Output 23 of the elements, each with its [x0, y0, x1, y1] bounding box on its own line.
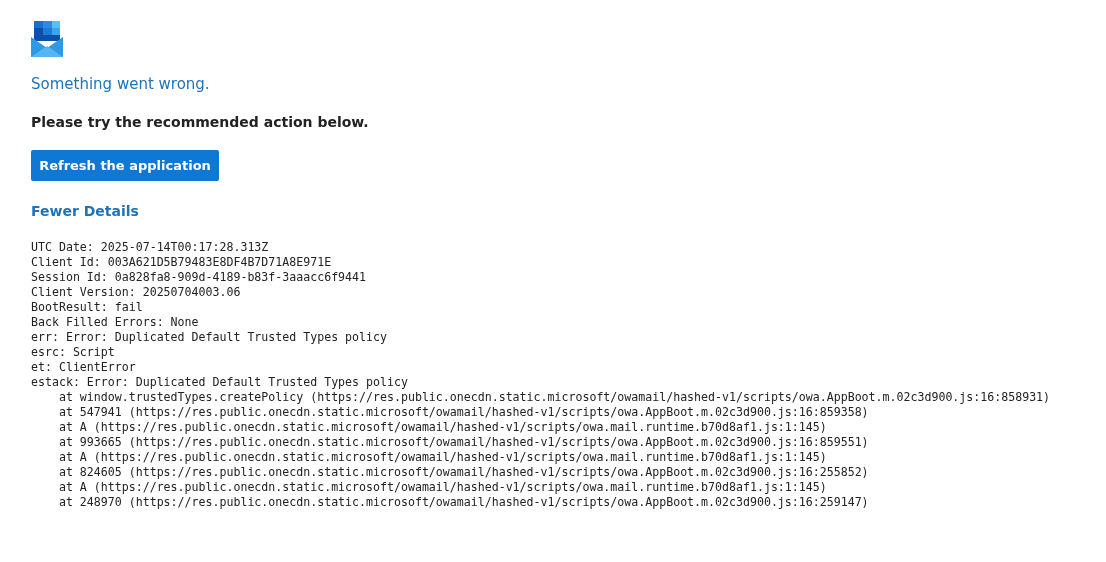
error-detail-line: Client Id: 003A621D5B79483E8DF4B7D71A8E971E: [31, 255, 332, 270]
error-detail-line: at window.trustedTypes.createPolicy (https://res.public.onecdn.static.microsoft/owamail/hashed-v1/scripts/owa.AppBoot.m.02c3d900.js:16:858931): [57, 390, 1051, 405]
refresh-button[interactable]: Refresh the application: [31, 150, 219, 181]
error-detail-line: at A (https://res.public.onecdn.static.microsoft/owamail/hashed-v1/scripts/owa.mail.runtime.b70d8af1.js:1:145): [57, 450, 827, 465]
envelope-icon: [31, 21, 63, 57]
error-detail-line: at 824605 (https://res.public.onecdn.static.microsoft/owamail/hashed-v1/scripts/owa.AppBoot.m.02c3d900.js:16:255852): [57, 465, 869, 480]
error-detail-line: at 547941 (https://res.public.onecdn.static.microsoft/owamail/hashed-v1/scripts/owa.AppBoot.m.02c3d900.js:16:859358): [57, 405, 869, 420]
error-detail-line: at A (https://res.public.onecdn.static.microsoft/owamail/hashed-v1/scripts/owa.mail.runtime.b70d8af1.js:1:145): [57, 420, 827, 435]
fewer-details-link[interactable]: Fewer Details: [31, 203, 139, 219]
error-detail-line: Client Version: 20250704003.06: [31, 285, 241, 300]
error-message: Please try the recommended action below.: [31, 114, 369, 130]
error-detail-line: err: Error: Duplicated Default Trusted Types policy: [31, 330, 387, 345]
error-heading: Something went wrong.: [31, 75, 210, 93]
error-detail-line: BootResult: fail: [31, 300, 143, 315]
error-detail-line: at 993665 (https://res.public.onecdn.static.microsoft/owamail/hashed-v1/scripts/owa.AppBoot.m.02c3d900.js:16:859551): [57, 435, 869, 450]
error-detail-line: Session Id: 0a828fa8-909d-4189-b83f-3aaacc6f9441: [31, 270, 367, 285]
error-detail-line: estack: Error: Duplicated Default Trusted Types policy: [31, 375, 408, 390]
error-detail-line: UTC Date: 2025-07-14T00:17:28.313Z: [31, 240, 269, 255]
error-detail-line: at 248970 (https://res.public.onecdn.static.microsoft/owamail/hashed-v1/scripts/owa.AppBoot.m.02c3d900.js:16:259147): [57, 495, 869, 510]
error-detail-line: esrc: Script: [31, 345, 115, 360]
error-detail-line: at A (https://res.public.onecdn.static.microsoft/owamail/hashed-v1/scripts/owa.mail.runtime.b70d8af1.js:1:145): [57, 480, 827, 495]
error-detail-line: et: ClientError: [31, 360, 136, 375]
error-detail-line: Back Filled Errors: None: [31, 315, 199, 330]
